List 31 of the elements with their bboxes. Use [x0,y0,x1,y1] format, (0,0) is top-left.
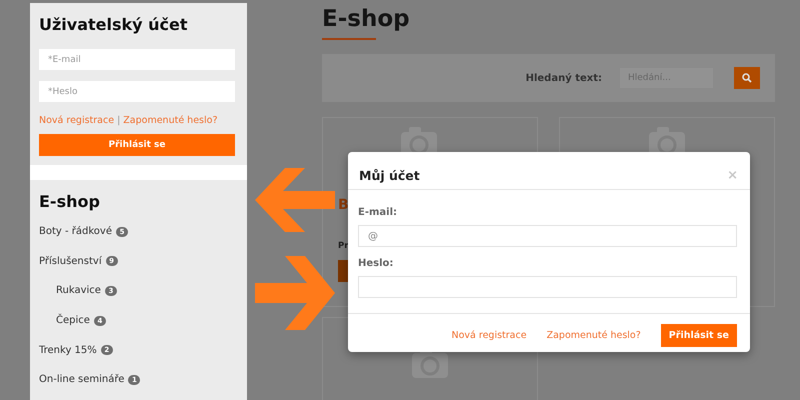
category-title: E-shop [39,192,101,211]
category-link[interactable]: Příslušenství [39,256,102,267]
password-label: Heslo: [358,258,394,269]
title-underline [322,38,376,40]
dialog-title: Můj účet [359,168,420,183]
email-field[interactable]: @ [358,225,737,247]
email-label: E-mail: [358,207,398,218]
category-link[interactable]: Trenky 15% [39,344,97,356]
search-label: Hledaný text: [526,72,602,84]
separator: | [117,115,120,126]
login-button[interactable]: Přihlásit se [39,134,235,156]
product-name: B [338,197,349,213]
price-label: Pr [338,241,348,251]
login-button[interactable]: Přihlásit se [660,324,737,347]
category-link[interactable]: On-line semináře [39,374,124,386]
close-button[interactable]: × [727,168,738,183]
right-arrow-icon [255,256,335,330]
password-field[interactable]: *Heslo [39,81,235,102]
category-link[interactable]: Čepice [56,315,90,326]
forgot-password-link[interactable]: Zapomenuté heslo? [546,330,641,341]
category-link[interactable]: Boty - řádkové [39,226,112,238]
register-link[interactable]: Nová registrace [39,115,114,126]
page-title: E-shop [322,6,411,32]
search-icon [742,73,752,83]
account-title: Uživatelský účet [39,15,189,34]
category-link[interactable]: Rukavice [56,285,101,296]
search-button[interactable] [734,67,760,89]
email-field[interactable]: *E-mail [39,49,235,70]
register-link[interactable]: Nová registrace [452,330,527,341]
forgot-password-link[interactable]: Zapomenuté heslo? [123,115,218,126]
left-arrow-icon [255,168,335,232]
